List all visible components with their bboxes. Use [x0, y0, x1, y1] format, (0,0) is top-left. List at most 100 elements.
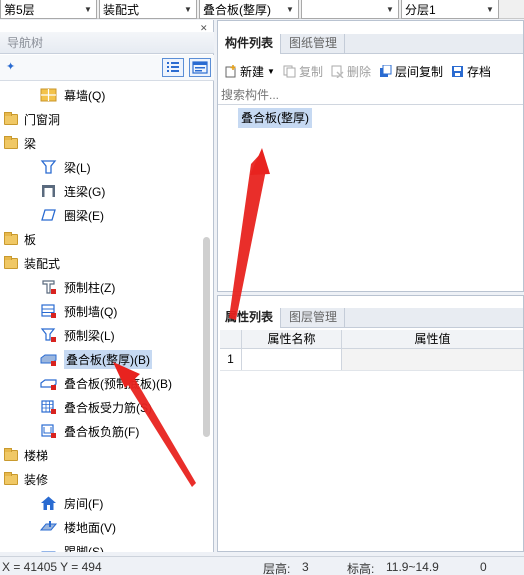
tree-item-label: 预制梁(L): [64, 328, 115, 343]
new-icon: [225, 64, 236, 77]
component-search-input[interactable]: [221, 87, 521, 103]
column-header-name: 属性名称: [242, 330, 342, 348]
navigation-tree: 幕墙(Q) 门窗洞梁梁(L) 连梁(G) 圈梁(E) 板装配式 预制柱(Z) 预制墙(Q) 预…: [0, 82, 200, 552]
tree-item[interactable]: 梁: [4, 132, 36, 154]
tab-drawing-management[interactable]: 图纸管理: [282, 34, 346, 54]
floor-dropdown[interactable]: 第5层 ▼: [0, 0, 97, 19]
tree-item[interactable]: 楼梯: [4, 444, 48, 466]
tree-item-label: 叠合板(整厚)(B): [64, 349, 152, 369]
tree-item-label: 梁(L): [64, 160, 91, 175]
tree-item-label: 叠合板负筋(F): [64, 424, 140, 439]
copy-button[interactable]: 复制: [283, 63, 323, 80]
list-view-button[interactable]: [162, 58, 184, 77]
elevation-label: 标高:: [347, 562, 375, 575]
tree-item[interactable]: 叠合板负筋(F): [40, 420, 139, 442]
component-type-dropdown[interactable]: 叠合板(整厚) ▼: [199, 0, 299, 19]
tree-item[interactable]: 预制梁(L): [40, 324, 115, 346]
archive-button-label: 存档: [466, 64, 491, 79]
tree-item-label: 圈梁(E): [64, 208, 104, 223]
tree-item-label: 叠合板受力筋(S): [64, 400, 152, 415]
magic-wand-icon[interactable]: ✦: [6, 60, 15, 73]
curtain-wall-icon: [40, 87, 57, 103]
divider: [218, 104, 523, 105]
folder-icon: [4, 111, 18, 125]
slab-rebar-icon: [40, 399, 57, 415]
nav-scrollbar-thumb[interactable]: [203, 237, 210, 437]
layer-dropdown[interactable]: 分层1 ▼: [401, 0, 499, 19]
tree-item[interactable]: 连梁(G): [40, 180, 105, 202]
slab-base-icon: [40, 375, 57, 391]
tree-item[interactable]: 门窗洞: [4, 108, 60, 130]
tree-item[interactable]: 板: [4, 228, 36, 250]
nav-toolbar: ✦: [0, 55, 214, 81]
detail-view-button[interactable]: [189, 58, 211, 77]
navigation-panel: ✕ 导航树 ✦ 幕墙(Q) 门窗洞梁梁(L) 连梁(G) 圈梁(E) 板装配式 预制柱(Z…: [0, 20, 214, 552]
copy-icon: [283, 65, 296, 77]
copy-button-label: 复制: [298, 64, 323, 79]
tree-item[interactable]: 梁(L): [40, 156, 91, 178]
folder-icon: [4, 471, 18, 485]
tree-item[interactable]: 楼地面(V): [39, 516, 116, 538]
property-tabs: 属性列表 图层管理: [218, 308, 523, 328]
tree-item[interactable]: 圈梁(E): [40, 204, 104, 226]
table-row[interactable]: 1: [220, 349, 523, 371]
folder-icon: [4, 255, 18, 269]
tab-property-list[interactable]: 属性列表: [218, 308, 282, 328]
tab-layer-management[interactable]: 图层管理: [282, 308, 346, 328]
detail-view-icon: [192, 61, 208, 74]
skirting-icon: [40, 543, 57, 552]
new-button-label: 新建: [240, 64, 265, 79]
archive-button[interactable]: 存档: [451, 63, 491, 80]
component-list-item[interactable]: 叠合板(整厚): [238, 108, 312, 128]
tree-item[interactable]: 叠合板(整厚)(B): [40, 348, 152, 370]
tree-item[interactable]: 房间(F): [40, 492, 103, 514]
tree-item-label: 连梁(G): [64, 184, 106, 199]
property-grid-header: 属性名称 属性值: [220, 330, 523, 349]
room-icon: [40, 495, 57, 511]
tree-item[interactable]: 叠合板(预制底板)(B): [40, 372, 172, 394]
property-value-cell[interactable]: [342, 349, 523, 370]
tree-item[interactable]: 叠合板受力筋(S): [40, 396, 152, 418]
beam-icon: [40, 159, 57, 175]
folder-icon: [4, 135, 18, 149]
column-header-value: 属性值: [414, 332, 451, 346]
component-dropdown[interactable]: ▼: [301, 0, 399, 19]
precast-column-icon: [40, 279, 57, 295]
category-dropdown[interactable]: 装配式 ▼: [99, 0, 197, 19]
tree-item-label: 装配式: [24, 256, 61, 271]
precast-beam-icon: [40, 327, 57, 343]
right-panels: 构件列表 图纸管理 新建 ▼ 复制 删除 层间复制 存档 搜索构件... 叠合板…: [217, 20, 524, 552]
floor-height-value: 3: [302, 560, 309, 574]
tree-item[interactable]: 预制墙(Q): [40, 300, 117, 322]
floor-copy-button[interactable]: 层间复制: [379, 63, 443, 80]
component-tabs: 构件列表 图纸管理: [218, 34, 523, 54]
property-name-cell[interactable]: [242, 349, 342, 370]
top-dropdown-bar: 第5层 ▼ 装配式 ▼ 叠合板(整厚) ▼ ▼ 分层1 ▼: [0, 0, 524, 19]
coordinate-readout: X = 41405 Y = 494: [2, 560, 102, 574]
tree-item-label: 踢脚(S): [64, 544, 104, 553]
new-button[interactable]: 新建 ▼: [224, 63, 275, 80]
link-beam-icon: [40, 183, 57, 199]
folder-icon: [4, 231, 18, 245]
tree-item[interactable]: 踢脚(S): [40, 540, 104, 552]
tree-item-label: 房间(F): [64, 496, 104, 511]
folder-icon: [4, 447, 18, 461]
nav-scrollbar[interactable]: [200, 82, 213, 552]
tab-component-list[interactable]: 构件列表: [218, 34, 282, 54]
floor-height-label: 层高:: [263, 562, 291, 575]
category-dropdown-value: 装配式: [103, 2, 140, 17]
tree-item-label: 预制柱(Z): [64, 280, 116, 295]
status-extra-value: 0: [480, 560, 487, 574]
slab-negative-rebar-icon: [40, 423, 57, 439]
tree-item[interactable]: 装修: [4, 468, 48, 490]
elevation-value: 11.9~14.9: [386, 560, 439, 574]
tree-item[interactable]: 装配式: [4, 252, 60, 274]
tree-item[interactable]: 预制柱(Z): [40, 276, 115, 298]
tree-item-label: 楼梯: [24, 448, 49, 463]
row-index: 1: [220, 349, 242, 370]
tree-item[interactable]: 幕墙(Q): [40, 84, 105, 106]
tree-item-label: 门窗洞: [24, 112, 61, 127]
delete-button[interactable]: 删除: [331, 63, 371, 80]
floor-dropdown-value: 第5层: [4, 2, 35, 17]
component-type-dropdown-value: 叠合板(整厚): [203, 2, 271, 17]
